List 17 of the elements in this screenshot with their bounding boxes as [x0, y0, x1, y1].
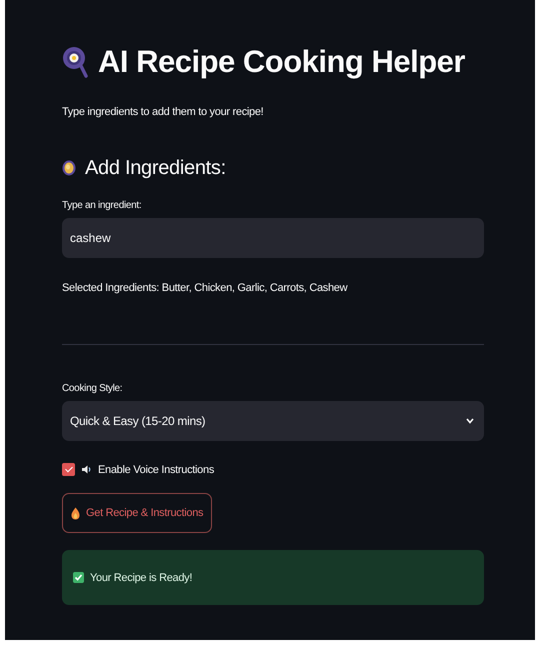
frying-pan-icon — [62, 46, 88, 78]
speaker-icon — [81, 464, 92, 475]
alert-message: Your Recipe is Ready! — [90, 572, 192, 584]
section-heading: Add Ingredients: — [85, 156, 226, 180]
page-title: AI Recipe Cooking Helper — [98, 44, 465, 80]
selected-ingredients-text: Selected Ingredients: Butter, Chicken, Garlic, Carrots, Cashew — [62, 282, 348, 294]
field-label: Type an ingredient: — [62, 200, 142, 211]
checkbox[interactable] — [62, 463, 75, 476]
flame-icon — [71, 506, 80, 520]
page-subtitle: Type ingredients to add them to your recipe! — [62, 106, 264, 118]
get-recipe-button[interactable]: Get Recipe & Instructions — [62, 493, 212, 533]
ingredient-input-field[interactable]: cashew — [62, 218, 484, 258]
cooking-style-dropdown[interactable]: Quick & Easy (15-20 mins) — [62, 401, 484, 441]
checkbox-label: Enable Voice Instructions — [98, 464, 214, 476]
check-mark-icon — [73, 572, 84, 583]
field-label: Cooking Style: — [62, 383, 124, 394]
chevron-down-icon — [466, 418, 474, 424]
